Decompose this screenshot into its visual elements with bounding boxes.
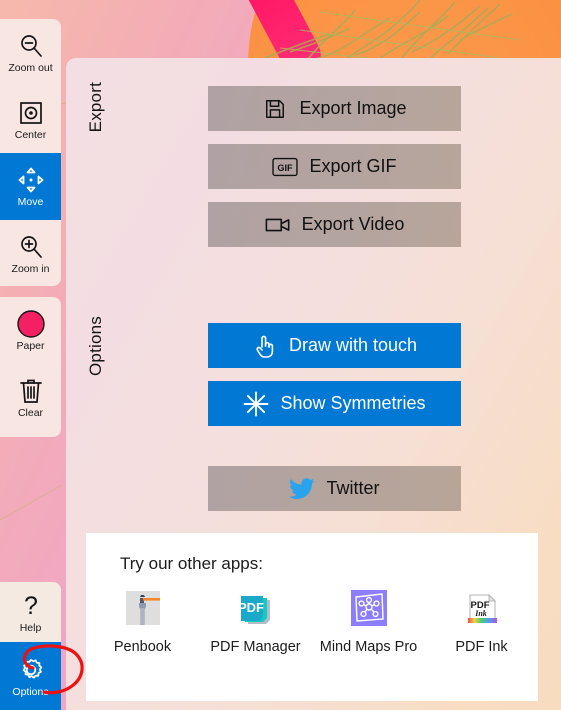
zoom-in-icon [16, 232, 46, 262]
other-apps-card: Try our other apps: Penbook PDF PDF Mana… [86, 533, 538, 701]
svg-text:PDF: PDF [238, 600, 264, 615]
app-label: Penbook [113, 639, 172, 655]
hand-pointer-icon [252, 333, 278, 359]
app-item-penbook[interactable]: Penbook [86, 585, 199, 655]
twitter-button[interactable]: Twitter [208, 466, 461, 511]
floppy-disk-icon [262, 96, 288, 122]
app-label: Mind Maps Pro [319, 639, 418, 655]
button-label: Export GIF [309, 156, 397, 176]
button-label: Export Image [299, 98, 407, 118]
paper-circle-icon [16, 309, 46, 339]
sidebar-item-zoom-out[interactable]: Zoom out [0, 19, 61, 86]
sidebar-item-clear[interactable]: Clear [0, 364, 61, 431]
export-gif-button[interactable]: GIF Export GIF [208, 144, 461, 189]
sidebar-label: Zoom in [11, 263, 50, 276]
sidebar-item-help[interactable]: ? Help [0, 582, 61, 642]
pdf-manager-icon: PDF [233, 585, 279, 631]
other-apps-row: Penbook PDF PDF Manager Mind Maps Pro PD… [86, 585, 538, 655]
left-toolbar: Zoom out Center Move Zoom in Paper Clear… [0, 0, 61, 710]
button-label: Export Video [301, 214, 405, 234]
video-camera-icon [265, 212, 291, 238]
trash-icon [16, 376, 46, 406]
move-icon [16, 165, 46, 195]
mind-maps-icon [346, 585, 392, 631]
svg-text:Ink: Ink [474, 609, 487, 618]
question-mark-icon: ? [16, 591, 46, 621]
twitter-bird-icon [289, 476, 316, 502]
sidebar-label: Zoom out [8, 62, 53, 75]
app-item-pdf-manager[interactable]: PDF PDF Manager [199, 585, 312, 655]
app-item-pdf-ink[interactable]: PDF Ink PDF Ink [425, 585, 538, 655]
toolbar-group-paper: Paper Clear [0, 297, 61, 437]
sidebar-label: Paper [16, 340, 45, 353]
center-icon [16, 98, 46, 128]
button-label: Twitter [326, 478, 380, 498]
toolbar-group-help: ? Help [0, 582, 61, 642]
app-window: Zoom out Center Move Zoom in Paper Clear… [0, 0, 561, 710]
app-label: PDF Manager [210, 639, 301, 655]
svg-text:?: ? [24, 592, 38, 620]
button-label: Show Symmetries [280, 393, 426, 413]
button-label: Draw with touch [288, 335, 418, 355]
sidebar-label: Help [19, 621, 42, 634]
sidebar-label: Center [14, 129, 47, 142]
gif-box-icon: GIF [272, 154, 299, 180]
zoom-out-icon [16, 31, 46, 61]
sidebar-item-options[interactable]: Options [0, 642, 61, 710]
gear-icon [16, 655, 46, 685]
sidebar-label: Clear [17, 407, 44, 420]
show-symmetries-button[interactable]: Show Symmetries [208, 381, 461, 426]
export-image-button[interactable]: Export Image [208, 86, 461, 131]
sidebar-label: Options [12, 685, 49, 698]
svg-text:GIF: GIF [278, 162, 294, 172]
options-section-label: Options [86, 316, 105, 376]
other-apps-title: Try our other apps: [120, 554, 263, 573]
app-label: PDF Ink [455, 639, 508, 655]
toolbar-group-options: Options [0, 642, 61, 710]
sidebar-label: Move [17, 196, 44, 209]
export-video-button[interactable]: Export Video [208, 202, 461, 247]
toolbar-group-navigation: Zoom out Center Move Zoom in [0, 19, 61, 286]
app-item-mind-maps-pro[interactable]: Mind Maps Pro [312, 585, 425, 655]
export-section-label: Export [86, 82, 105, 133]
penbook-icon [120, 585, 166, 631]
pdf-ink-icon: PDF Ink [459, 585, 505, 631]
sidebar-item-zoom-in[interactable]: Zoom in [0, 220, 61, 286]
asterisk-icon [243, 391, 269, 417]
sidebar-item-paper[interactable]: Paper [0, 297, 61, 364]
draw-with-touch-button[interactable]: Draw with touch [208, 323, 461, 368]
sidebar-item-center[interactable]: Center [0, 86, 61, 153]
sidebar-item-move[interactable]: Move [0, 153, 61, 220]
